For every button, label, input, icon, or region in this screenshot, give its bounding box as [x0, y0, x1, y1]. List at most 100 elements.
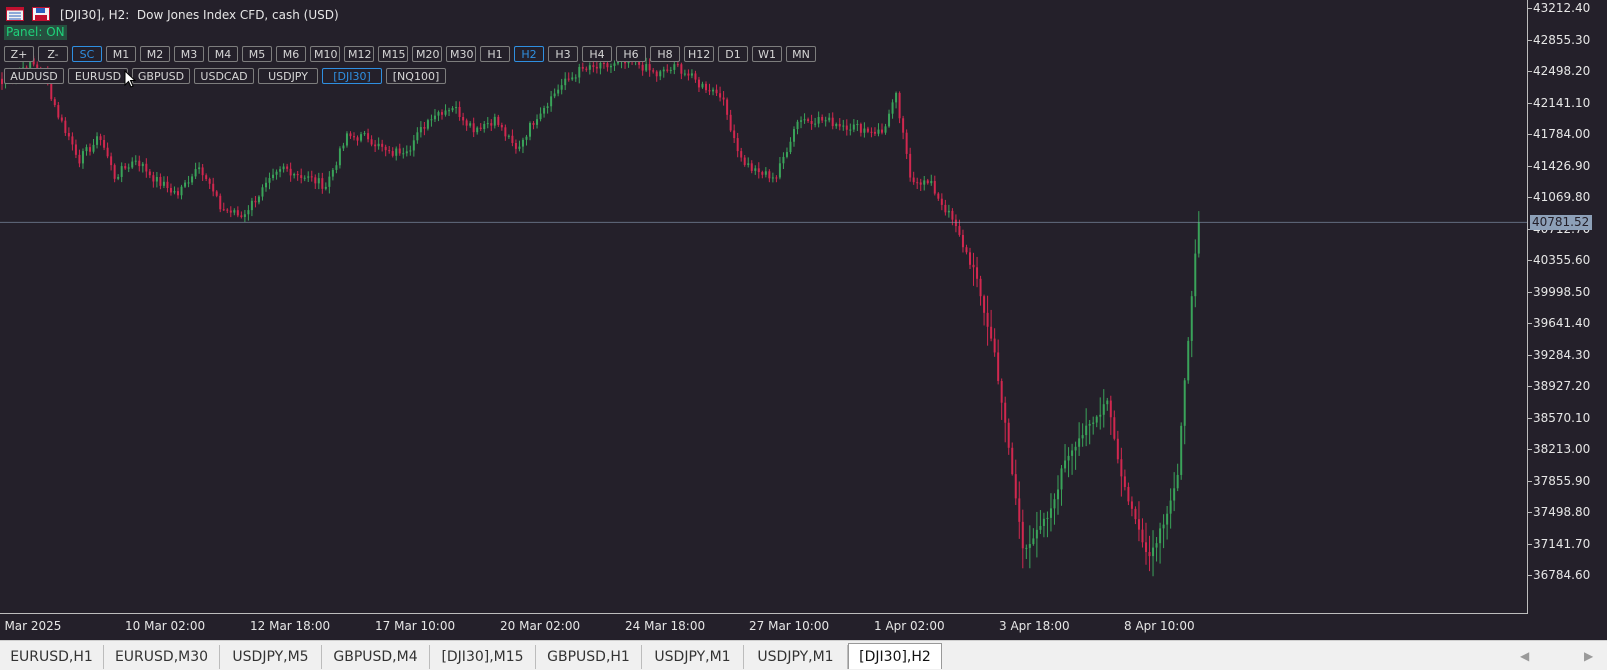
- timeframe-button-h1[interactable]: H1: [480, 46, 510, 62]
- candle-body: [1067, 455, 1070, 461]
- price-tick-mark: [1528, 386, 1532, 387]
- price-tick-label: 36784.60: [1533, 568, 1591, 582]
- symbol-button-gbpusd[interactable]: GBPUSD: [132, 68, 190, 84]
- chart-tab[interactable]: USDJPY,M1: [744, 645, 848, 669]
- candle-body: [1064, 460, 1067, 469]
- candle-body: [680, 64, 683, 74]
- candle-body: [553, 93, 556, 97]
- timeframe-button-m12[interactable]: M12: [344, 46, 374, 62]
- candle-body: [705, 83, 707, 91]
- save-template-icon[interactable]: [32, 7, 50, 21]
- chart-tab[interactable]: [DJI30],H2: [848, 643, 942, 669]
- chart-tab[interactable]: GBPUSD,H1: [536, 645, 642, 669]
- candle-body: [205, 175, 208, 180]
- candle-body: [180, 186, 183, 196]
- chart-window[interactable]: [DJI30], H2: Dow Jones Index CFD, cash (…: [0, 0, 1607, 640]
- timeframe-button-h4[interactable]: H4: [582, 46, 612, 62]
- time-tick-label: 3 Apr 18:00: [999, 619, 1070, 633]
- timeframe-button-m1[interactable]: M1: [106, 46, 136, 62]
- candle-body: [110, 156, 113, 166]
- chart-tab[interactable]: EURUSD,H1: [0, 645, 104, 669]
- candle-body: [979, 278, 982, 297]
- candle-body: [272, 174, 275, 179]
- candle-body: [592, 65, 595, 67]
- symbol-button-nq100[interactable]: [NQ100]: [386, 68, 446, 84]
- candle-body: [1152, 547, 1155, 557]
- timeframe-button-m3[interactable]: M3: [174, 46, 204, 62]
- candle-body: [486, 123, 489, 125]
- timeframe-button-m4[interactable]: M4: [208, 46, 238, 62]
- candlestick-plot[interactable]: [0, 0, 1528, 614]
- timeframe-button-m15[interactable]: M15: [378, 46, 408, 62]
- candle-body: [60, 117, 63, 121]
- price-tick-label: 42498.20: [1533, 64, 1591, 78]
- timeframe-button-h3[interactable]: H3: [548, 46, 578, 62]
- candle-body: [96, 136, 99, 145]
- symbol-button-audusd[interactable]: AUDUSD: [4, 68, 64, 84]
- timeframe-button-m6[interactable]: M6: [276, 46, 306, 62]
- timeframe-button-m5[interactable]: M5: [242, 46, 272, 62]
- candle-body: [863, 128, 866, 133]
- candle-body: [976, 267, 979, 279]
- candle-body: [483, 123, 486, 130]
- candle-body: [85, 147, 88, 152]
- candle-body: [782, 156, 785, 164]
- candle-body: [74, 144, 77, 155]
- candle-body: [877, 129, 880, 134]
- candle-body: [469, 123, 472, 126]
- symbol-button-dji30[interactable]: [DJI30]: [322, 68, 382, 84]
- candle-body: [321, 178, 324, 189]
- chart-tab[interactable]: [DJI30],M15: [430, 645, 536, 669]
- timeframe-button-m30[interactable]: M30: [446, 46, 476, 62]
- chart-tab[interactable]: USDJPY,M5: [220, 645, 322, 669]
- timeframe-button-h2[interactable]: H2: [514, 46, 544, 62]
- symbol-button-usdcad[interactable]: USDCAD: [194, 68, 254, 84]
- candle-body: [233, 210, 236, 213]
- price-tick-mark: [1528, 512, 1532, 513]
- candle-body: [1028, 544, 1031, 548]
- candle-body: [1092, 422, 1095, 424]
- candle-body: [599, 63, 602, 69]
- candle-body: [1180, 425, 1183, 475]
- chart-tab[interactable]: EURUSD,M30: [104, 645, 220, 669]
- chart-tab[interactable]: USDJPY,M1: [642, 645, 744, 669]
- candle-body: [539, 113, 542, 120]
- candle-body: [1071, 450, 1074, 456]
- price-axis[interactable]: [1528, 0, 1607, 614]
- timeframe-button-zminus[interactable]: Z-: [38, 46, 68, 62]
- candle-body: [162, 181, 165, 186]
- candle-body: [1042, 518, 1045, 526]
- symbol-button-eurusd[interactable]: EURUSD: [68, 68, 128, 84]
- candle-body: [409, 150, 412, 152]
- candle-body: [581, 66, 584, 69]
- price-tick-label: 38213.00: [1533, 442, 1591, 456]
- candle-body: [859, 124, 862, 133]
- chart-tab[interactable]: GBPUSD,M4: [322, 645, 430, 669]
- time-tick-label: 20 Mar 02:00: [500, 619, 581, 633]
- tab-scroll-left-icon[interactable]: ◀: [1520, 649, 1529, 663]
- timeframe-button-m2[interactable]: M2: [140, 46, 170, 62]
- timeframe-button-h12[interactable]: H12: [684, 46, 714, 62]
- candle-body: [835, 123, 838, 127]
- candle-body: [405, 151, 408, 154]
- timeframe-button-d1[interactable]: D1: [718, 46, 748, 62]
- candle-body: [817, 117, 820, 124]
- candle-body: [300, 175, 303, 178]
- timeframe-button-m20[interactable]: M20: [412, 46, 442, 62]
- candle-body: [226, 209, 229, 211]
- timeframe-button-h6[interactable]: H6: [616, 46, 646, 62]
- candle-body: [173, 191, 176, 193]
- timeframe-button-m10[interactable]: M10: [310, 46, 340, 62]
- symbol-button-usdjpy[interactable]: USDJPY: [258, 68, 318, 84]
- timeframe-button-zplus[interactable]: Z+: [4, 46, 34, 62]
- panel-status-label[interactable]: Panel: ON: [4, 25, 67, 40]
- price-tick-mark: [1528, 449, 1532, 450]
- timeframe-button-mn[interactable]: MN: [786, 46, 816, 62]
- candle-body: [1134, 508, 1137, 520]
- candle-body: [99, 136, 102, 141]
- timeframe-button-w1[interactable]: W1: [752, 46, 782, 62]
- timeframe-button-h8[interactable]: H8: [650, 46, 680, 62]
- chart-properties-icon[interactable]: [6, 7, 24, 21]
- tab-scroll-right-icon[interactable]: ▶: [1584, 649, 1593, 663]
- timeframe-button-sc[interactable]: SC: [72, 46, 102, 62]
